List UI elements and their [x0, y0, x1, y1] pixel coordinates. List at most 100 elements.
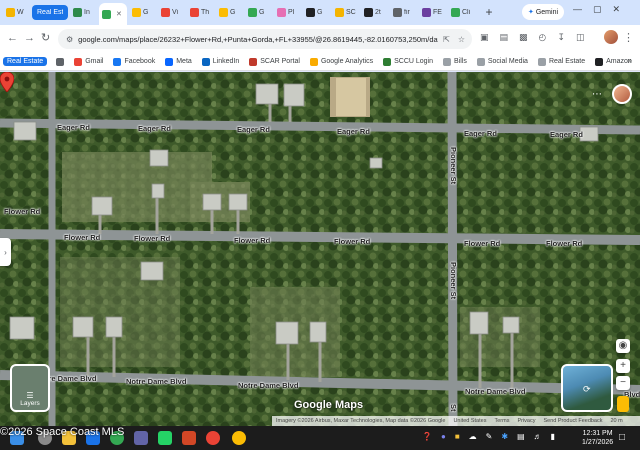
back-arrow-icon[interactable]: ← [7, 31, 18, 45]
road-label-pioneer: Pioneer St [449, 262, 458, 300]
chrome-icon-3[interactable] [232, 431, 246, 445]
bookmark-item[interactable]: Social Media [472, 57, 533, 66]
minimize-button[interactable]: — [573, 4, 582, 15]
bookmark-item[interactable]: Real Estate [3, 57, 48, 66]
url-text[interactable]: google.com/maps/place/26232+Flower+Rd,+P… [78, 35, 438, 44]
tab-title: FE [433, 9, 442, 16]
menu-kebab-icon[interactable]: ⋮ [623, 31, 634, 45]
bookmark-favicon-icon [383, 57, 392, 66]
road-label-eager: Eager Rd [337, 127, 370, 136]
account-avatar[interactable] [612, 84, 632, 104]
gemini-button[interactable]: ✦ Gemini [522, 4, 564, 20]
browser-tab[interactable]: SC [332, 4, 359, 21]
forward-arrow-icon[interactable]: → [24, 31, 35, 45]
browser-tab[interactable]: In [70, 4, 97, 21]
whatsapp-icon[interactable] [158, 431, 172, 445]
extensions-icon[interactable]: ▣ [480, 32, 489, 43]
cloud-icon[interactable]: ☁ [469, 432, 477, 441]
map-canvas[interactable]: Eager Rd Eager Rd Eager Rd Eager Rd Eage… [0, 72, 640, 426]
pen-icon[interactable]: ✎ [486, 432, 493, 441]
site-info-icon[interactable]: ⚙ [66, 35, 73, 44]
browser-tab[interactable]: ✕ [99, 3, 127, 25]
bookmark-item[interactable]: Facebook [108, 57, 160, 66]
browser-tab[interactable]: Th [187, 4, 214, 21]
folder-tray-icon[interactable]: ■ [455, 432, 460, 441]
feedback-link[interactable]: Send Product Feedback [543, 418, 602, 424]
browser-tab[interactable]: fir [390, 4, 417, 21]
browser-tab[interactable]: G [303, 4, 330, 21]
bookmark-favicon-icon [165, 57, 174, 66]
bookmark-favicon-icon [201, 57, 210, 66]
bookmark-star-icon[interactable]: ☆ [458, 35, 465, 44]
close-window-button[interactable]: ✕ [613, 4, 621, 15]
browser-tab[interactable]: Cli [448, 4, 475, 21]
bookmark-item[interactable]: SCAR Portal [244, 57, 305, 66]
reading-list-icon[interactable]: ▤ [500, 32, 509, 43]
clipboard-icon[interactable]: ▩ [519, 32, 528, 43]
powerpoint-icon[interactable] [182, 431, 196, 445]
side-panel-icon[interactable]: ◫ [576, 32, 585, 43]
share-icon[interactable]: ⇱ [443, 35, 450, 44]
profile-avatar[interactable] [604, 30, 618, 44]
privacy-link[interactable]: Privacy [517, 418, 535, 424]
road-label-flower: Flower Rd [334, 237, 371, 246]
chrome-icon-2[interactable] [206, 431, 220, 445]
new-tab-button[interactable]: + [482, 5, 496, 19]
road-label-notre-dame: Notre Dame Blvd [126, 377, 187, 386]
zoom-in-button[interactable]: + [616, 359, 630, 373]
apps-icon [56, 57, 65, 66]
browser-tab[interactable]: FE [419, 4, 446, 21]
notifications-icon[interactable]: □ [619, 432, 625, 443]
bookmark-item[interactable]: Gmail [69, 57, 108, 66]
maximize-button[interactable]: ▢ [593, 4, 602, 15]
bluetooth-icon[interactable]: ✱ [501, 432, 508, 441]
browser-tab[interactable]: G [245, 4, 272, 21]
scale-bar[interactable]: 20 m [611, 418, 623, 424]
my-location-button[interactable]: ◉ [616, 339, 630, 353]
downloads-icon[interactable]: ↧ [557, 32, 565, 43]
browser-tab[interactable]: Pl [274, 4, 301, 21]
teams-tray-icon[interactable]: ● [441, 432, 446, 441]
gemini-icon: ✦ [527, 9, 534, 16]
reload-icon[interactable]: ↻ [41, 31, 50, 45]
bookmarks-overflow-button[interactable]: » [628, 56, 632, 65]
pegman-icon[interactable] [617, 396, 629, 412]
browser-tab[interactable]: Vi [158, 4, 185, 21]
system-clock[interactable]: 12:31 PM 1/27/2026 [582, 429, 613, 447]
history-icon[interactable]: ◴ [539, 32, 547, 43]
map-attribution-bar: Imagery ©2026 Airbus, Maxar Technologies… [272, 416, 640, 426]
attribution-country[interactable]: United States [453, 418, 486, 424]
satellite-imagery [0, 72, 640, 426]
street-view-preview[interactable]: ⟳ [561, 364, 613, 412]
browser-tab[interactable]: G [129, 4, 156, 21]
layers-icon: ☰ [26, 391, 34, 400]
browser-tab[interactable]: 2t [361, 4, 388, 21]
bookmark-apps[interactable] [51, 57, 69, 66]
layers-button[interactable]: ☰ Layers [10, 364, 50, 412]
terms-link[interactable]: Terms [494, 418, 509, 424]
bookmark-item[interactable]: SCCU Login [378, 57, 438, 66]
address-bar[interactable]: ⚙ google.com/maps/place/26232+Flower+Rd,… [58, 29, 472, 49]
close-tab-icon[interactable]: ✕ [116, 10, 122, 18]
collapse-panel-button[interactable]: › [0, 238, 11, 266]
bookmark-favicon-icon [595, 57, 604, 66]
browser-tab[interactable]: G [216, 4, 243, 21]
zoom-out-button[interactable]: − [616, 376, 630, 390]
bookmark-item[interactable]: Google Analytics [305, 57, 378, 66]
volume-icon[interactable]: ♬ [534, 432, 542, 441]
browser-tab[interactable]: Real Estate [32, 5, 68, 20]
google-apps-icon[interactable]: ⋯ [592, 89, 602, 100]
network-icon[interactable]: ▤ [517, 432, 525, 441]
help-icon[interactable]: ❓ [422, 432, 432, 441]
bookmark-item[interactable]: Real Estate [533, 57, 590, 66]
browser-tab[interactable]: W [3, 4, 30, 21]
bookmark-item[interactable]: Meta [160, 57, 197, 66]
bookmark-item[interactable]: Bills [438, 57, 472, 66]
bookmark-item[interactable]: LinkedIn [197, 57, 244, 66]
mls-watermark: ©2026 Space Coast MLS [0, 426, 125, 438]
clock-time: 12:31 PM [582, 430, 613, 437]
battery-icon[interactable]: ▮ [551, 432, 555, 441]
window-controls: — ▢ ✕ [573, 4, 620, 15]
location-pin-icon[interactable] [0, 72, 14, 92]
teams-icon[interactable] [134, 431, 148, 445]
